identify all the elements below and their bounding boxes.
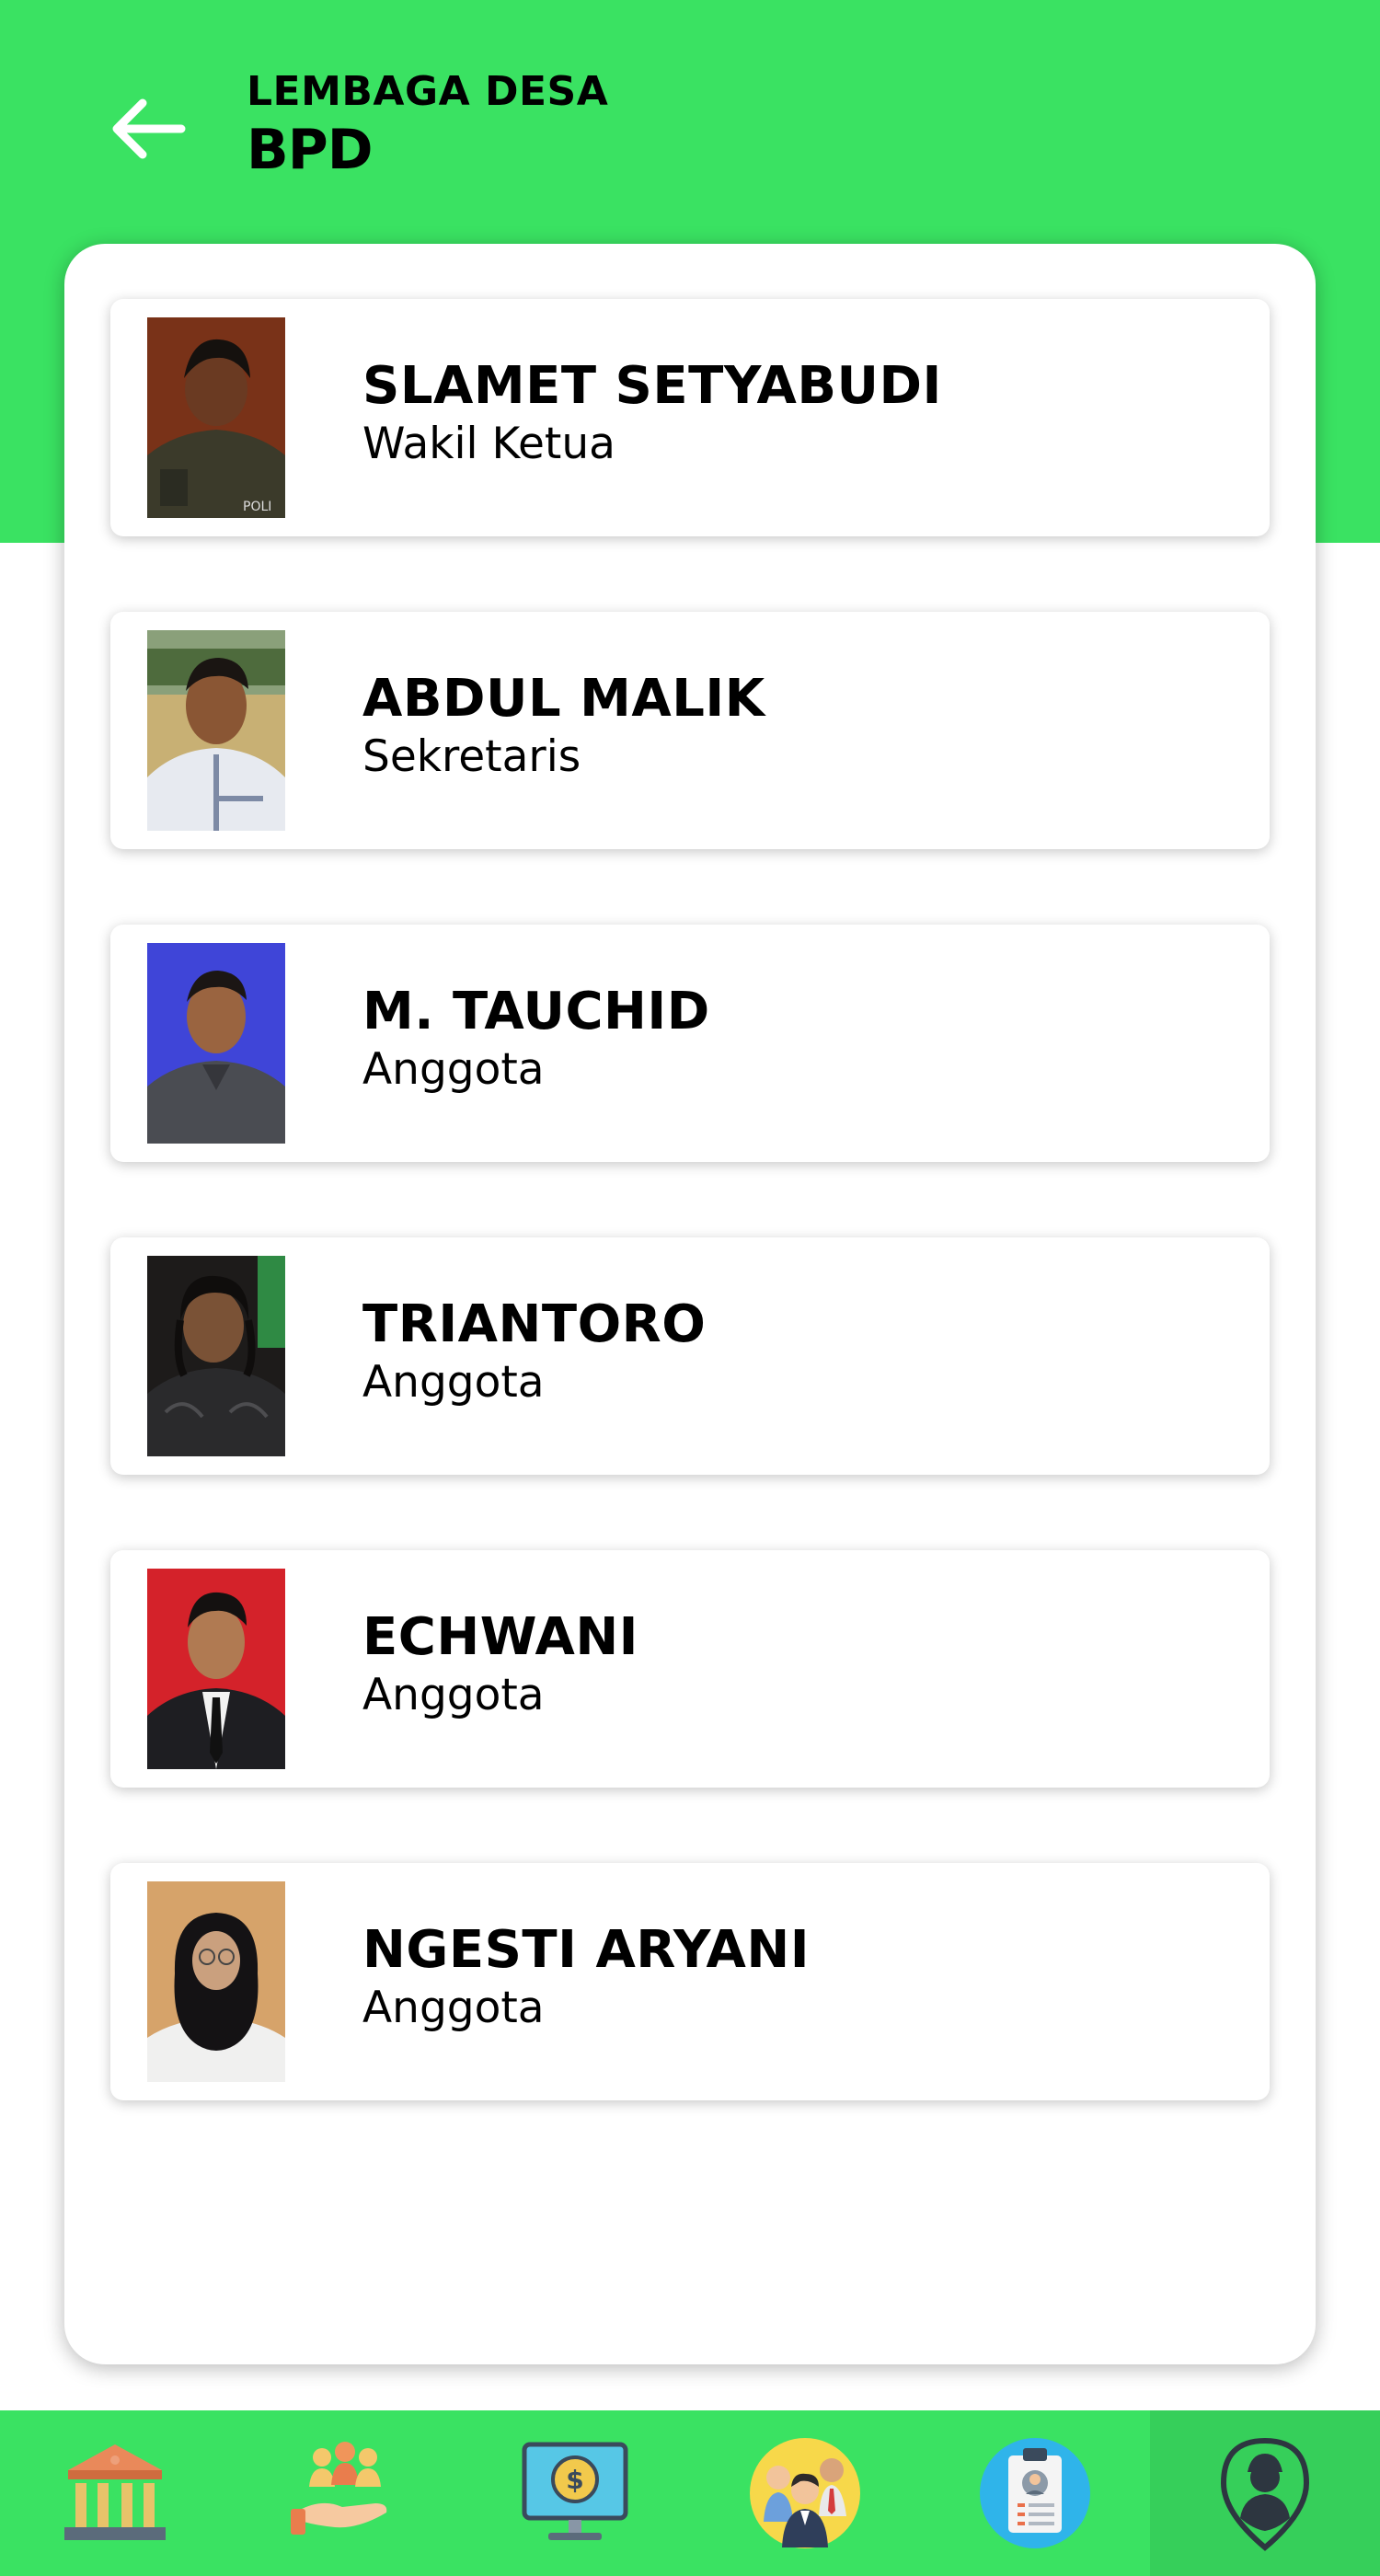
member-role: Wakil Ketua: [362, 419, 615, 469]
id-card-icon: [980, 2438, 1090, 2548]
arrow-left-icon: [112, 98, 186, 159]
person-photo-icon: [147, 1881, 285, 2082]
member-card[interactable]: ABDUL MALIK Sekretaris: [110, 612, 1270, 849]
member-photo: [147, 630, 285, 831]
person-photo-icon: [147, 943, 285, 1144]
member-photo: [147, 1256, 285, 1456]
nav-item-profil[interactable]: [920, 2410, 1150, 2576]
member-photo: POLI: [147, 317, 285, 518]
nav-item-perangkat[interactable]: [690, 2410, 920, 2576]
back-button[interactable]: [101, 87, 193, 170]
member-name: NGESTI ARYANI: [362, 1920, 811, 1980]
person-photo-icon: [147, 1569, 285, 1769]
member-role: Sekretaris: [362, 731, 581, 782]
member-role: Anggota: [362, 1044, 545, 1095]
page-title: BPD: [247, 118, 374, 182]
member-name: TRIANTORO: [362, 1294, 707, 1354]
nav-item-lembaga[interactable]: [0, 2410, 230, 2576]
helping-hand-people-icon: [291, 2442, 387, 2535]
nav-item-keuangan[interactable]: $: [460, 2410, 690, 2576]
member-photo: [147, 1881, 285, 2082]
svg-text:$: $: [566, 2465, 583, 2495]
member-photo: [147, 1569, 285, 1769]
member-card[interactable]: NGESTI ARYANI Anggota: [110, 1863, 1270, 2100]
member-card[interactable]: POLI SLAMET SETYABUDI Wakil Ketua: [110, 299, 1270, 536]
nav-item-lokasi[interactable]: [1150, 2410, 1380, 2576]
header-subtitle: LEMBAGA DESA: [247, 68, 609, 115]
nav-item-bantuan[interactable]: [230, 2410, 460, 2576]
member-name: SLAMET SETYABUDI: [362, 356, 942, 416]
member-role: Anggota: [362, 1357, 545, 1408]
member-card[interactable]: TRIANTORO Anggota: [110, 1237, 1270, 1475]
member-card[interactable]: M. TAUCHID Anggota: [110, 925, 1270, 1162]
member-photo: [147, 943, 285, 1144]
member-role: Anggota: [362, 1670, 545, 1720]
bottom-navigation: $: [0, 2410, 1380, 2576]
person-photo-icon: [147, 630, 285, 831]
person-photo-icon: [147, 1256, 285, 1456]
money-monitor-icon: $: [522, 2442, 628, 2540]
user-location-pin-icon: [1220, 2437, 1310, 2551]
member-name: ABDUL MALIK: [362, 669, 765, 729]
bank-building-icon: [64, 2444, 166, 2540]
member-role: Anggota: [362, 1983, 545, 2033]
member-name: ECHWANI: [362, 1607, 639, 1667]
member-name: M. TAUCHID: [362, 982, 710, 1041]
person-photo-icon: POLI: [147, 317, 285, 518]
group-people-icon: [750, 2438, 860, 2548]
header-titles: LEMBAGA DESA BPD: [247, 64, 608, 180]
member-card[interactable]: ECHWANI Anggota: [110, 1550, 1270, 1788]
svg-text:POLI: POLI: [243, 500, 271, 514]
member-list-container: POLI SLAMET SETYABUDI Wakil Ketua ABDUL …: [64, 244, 1316, 2364]
